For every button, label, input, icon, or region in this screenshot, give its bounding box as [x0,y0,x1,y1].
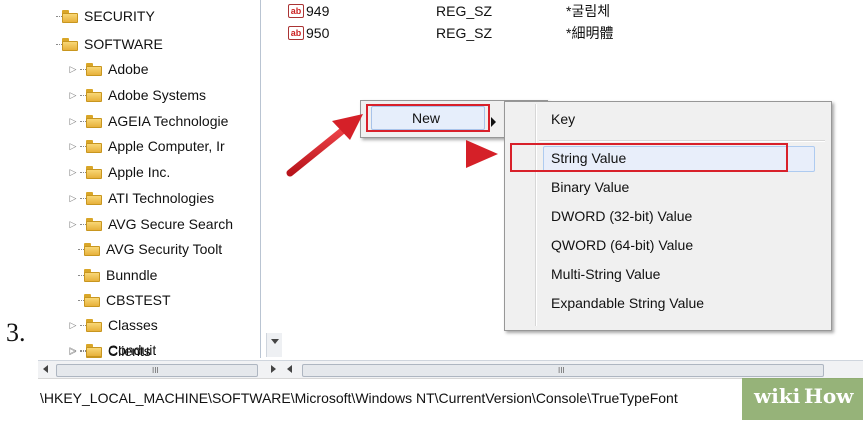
registry-editor-screenshot: SECURITY SOFTWARE ▷ Adobe ▷ Adobe System… [38,0,863,421]
status-bar: \HKEY_LOCAL_MACHINE\SOFTWARE\Microsoft\W… [38,378,863,421]
red-arrow-icon [376,140,498,168]
red-arrow-icon [286,114,363,177]
status-path: \HKEY_LOCAL_MACHINE\SOFTWARE\Microsoft\W… [40,390,678,406]
step-number: 3. [6,318,26,347]
wikihow-watermark: wiki How [742,378,863,420]
red-arrows [286,114,498,177]
watermark-how: How [804,384,854,408]
watermark-wiki: wiki [754,384,801,408]
